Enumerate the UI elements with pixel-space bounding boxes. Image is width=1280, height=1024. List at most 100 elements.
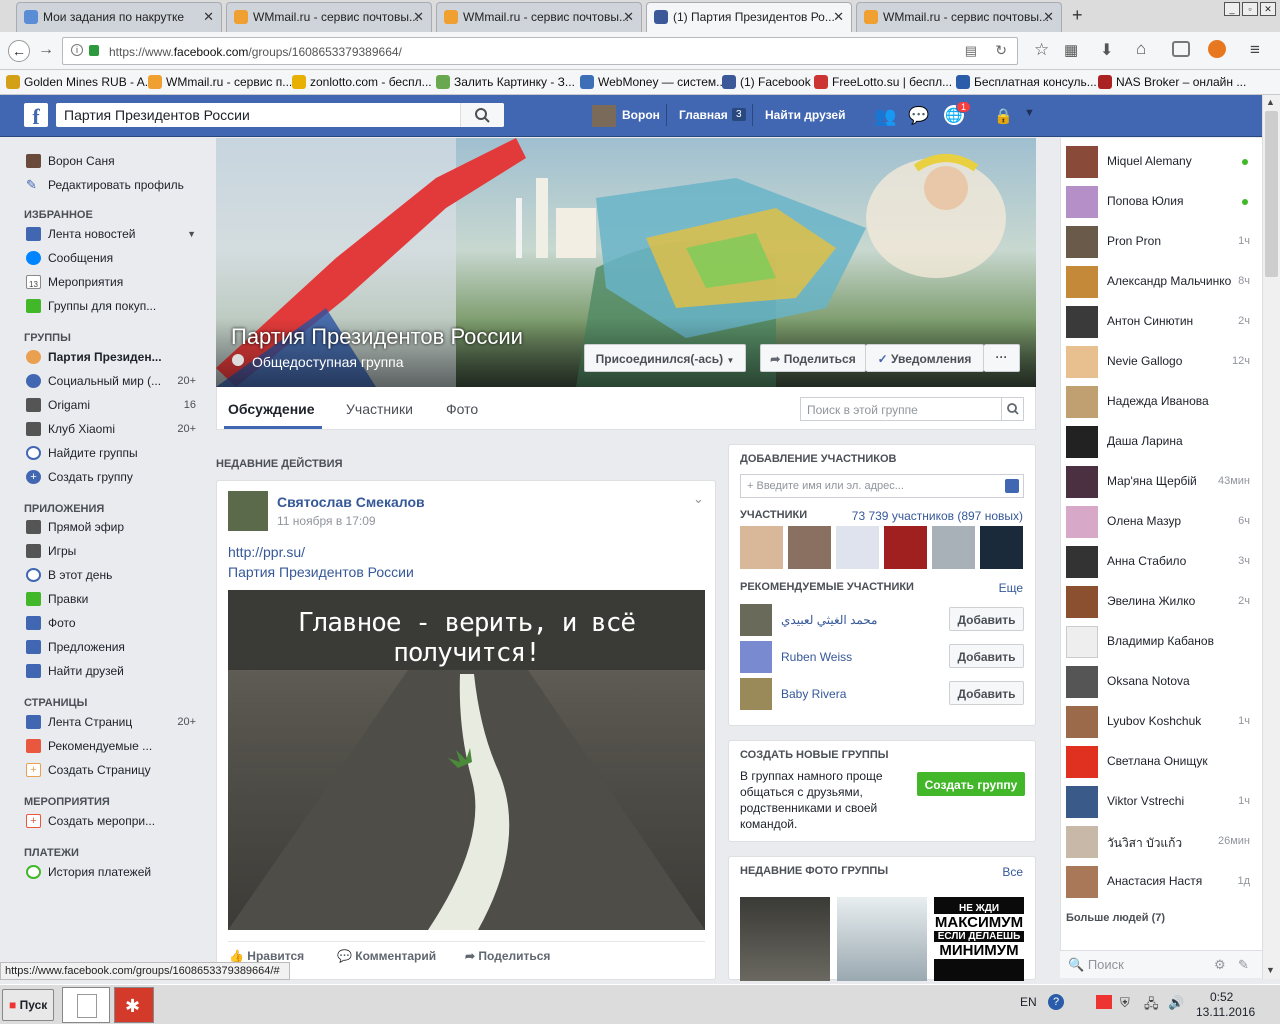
edit-profile-link[interactable]: ✎ Редактировать профиль	[24, 176, 200, 196]
member-thumbnail[interactable]	[980, 526, 1023, 569]
more-link[interactable]: Еще	[999, 581, 1023, 595]
tab-close-icon[interactable]: ✕	[833, 9, 844, 25]
chat-contact[interactable]: Мар'яна Щербій 43мин	[1066, 462, 1252, 498]
dropdown-arrow-icon[interactable]: ▼	[187, 225, 196, 243]
browser-tab[interactable]: Мои задания по накрутке ✕	[16, 2, 222, 32]
bookmark-item[interactable]: Залить Картинку - З...	[436, 75, 575, 89]
chat-search-input[interactable]: 🔍 Поиск	[1068, 957, 1124, 973]
chat-contact[interactable]: Светлана Онищук	[1066, 742, 1252, 778]
notifications-button[interactable]: ✓ Уведомления	[866, 344, 984, 372]
cover-photo[interactable]: Партия Президентов России Общедоступная …	[216, 138, 1036, 387]
new-tab-icon[interactable]: +	[1072, 5, 1083, 26]
browser-tab[interactable]: WMmail.ru - сервис почтовы... ✕	[226, 2, 432, 32]
post-link[interactable]: http://ppr.su/	[228, 544, 305, 560]
left-user-link[interactable]: Ворон Саня	[24, 152, 200, 172]
recommended-avatar[interactable]	[740, 678, 772, 710]
info-icon[interactable]: i	[71, 44, 83, 56]
chat-contact[interactable]: Антон Синютин 2ч	[1066, 302, 1252, 338]
sidebar-item-find-friends[interactable]: Найти друзей	[24, 662, 200, 682]
sidebar-item-create-group[interactable]: + Создать группу	[24, 468, 200, 488]
chat-contact[interactable]: Анастасия Настя 1д	[1066, 862, 1252, 898]
sidebar-item-create-page[interactable]: + Создать Страницу	[24, 761, 200, 781]
member-thumbnail[interactable]	[788, 526, 831, 569]
share-button[interactable]: ➦ Поделиться	[760, 344, 866, 372]
sidebar-item-group-current[interactable]: Партия Президен...	[24, 348, 200, 368]
chat-contact[interactable]: Надежда Иванова	[1066, 382, 1252, 418]
reader-view-icon[interactable]: ▤	[965, 43, 977, 59]
member-thumbnail[interactable]	[836, 526, 879, 569]
star-icon[interactable]: ☆	[1034, 40, 1049, 60]
help-icon[interactable]: ?	[1048, 994, 1064, 1010]
group-photo-thumbnail[interactable]	[837, 897, 927, 981]
account-menu-icon[interactable]: ▼	[1024, 107, 1035, 119]
tab-close-icon[interactable]: ✕	[623, 9, 634, 25]
all-photos-link[interactable]: Все	[1002, 865, 1023, 879]
volume-icon[interactable]: 🔊	[1168, 995, 1184, 1011]
browser-tab[interactable]: WMmail.ru - сервис почтовы... ✕	[856, 2, 1062, 32]
pocket-icon[interactable]	[1172, 41, 1190, 57]
group-photo-thumbnail[interactable]	[740, 897, 830, 981]
network-icon[interactable]: 🖧	[1144, 995, 1159, 1017]
search-button[interactable]	[460, 103, 504, 127]
chat-contact[interactable]: Pron Pron 1ч	[1066, 222, 1252, 258]
search-button[interactable]	[1001, 398, 1023, 420]
sidebar-item-recommended-pages[interactable]: Рекомендуемые ...	[24, 737, 200, 757]
find-friends-link[interactable]: Найти друзей	[765, 108, 845, 122]
add-member-button[interactable]: Добавить	[949, 681, 1024, 705]
scroll-thumb[interactable]	[1265, 111, 1278, 277]
sidebar-item-create-event[interactable]: + Создать меропри...	[24, 812, 200, 832]
chat-contact[interactable]: Эвелина Жилко 2ч	[1066, 582, 1252, 618]
sidebar-item-payment-history[interactable]: История платежей	[24, 863, 200, 883]
url-bar[interactable]: i https://www.facebook.com/groups/160865…	[62, 37, 1018, 65]
bookmark-item[interactable]: WMmail.ru - сервис п...	[148, 75, 292, 89]
chat-settings-icon[interactable]: ⚙	[1214, 957, 1226, 973]
tab-close-icon[interactable]: ✕	[203, 9, 214, 25]
sidebar-item-edits[interactable]: Правки	[24, 590, 200, 610]
chat-contact[interactable]: Lyubov Koshchuk 1ч	[1066, 702, 1252, 738]
profile-link[interactable]: Ворон	[622, 108, 660, 122]
group-photo-thumbnail[interactable]: НЕ ЖДИ МАКСИМУМ ЕСЛИ ДЕЛАЕШЬ МИНИМУМ	[934, 897, 1024, 981]
tab-close-icon[interactable]: ✕	[1043, 9, 1054, 25]
back-icon[interactable]: ←	[8, 40, 30, 62]
chat-contact[interactable]: Анна Стабило 3ч	[1066, 542, 1252, 578]
menu-icon[interactable]: ≡	[1250, 40, 1260, 60]
recommended-name[interactable]: محمد الغيثي لعبيدي	[781, 613, 877, 627]
start-button[interactable]: ■ Пуск	[2, 989, 54, 1021]
chat-contact[interactable]: Александр Мальчинко 8ч	[1066, 262, 1252, 298]
chat-contact[interactable]: Oksana Notova	[1066, 662, 1252, 698]
extension-icon[interactable]	[1208, 40, 1226, 58]
post-author[interactable]: Святослав Смекалов	[277, 494, 425, 510]
reload-icon[interactable]: ↻	[995, 42, 1007, 59]
avatar[interactable]	[592, 105, 616, 127]
sidebar-item-photos[interactable]: Фото	[24, 614, 200, 634]
tab-photos[interactable]: Фото	[446, 401, 478, 417]
sidebar-item-games[interactable]: Игры	[24, 542, 200, 562]
bookmark-item[interactable]: WebMoney — систем...	[580, 75, 726, 89]
sidebar-item-group[interactable]: Origami 16	[24, 396, 200, 416]
members-count-link[interactable]: 73 739 участников (897 новых)	[852, 509, 1023, 523]
comment-button[interactable]: 💬 Комментарий	[337, 949, 436, 963]
post-link-title[interactable]: Партия Президентов России	[228, 564, 414, 580]
sidebar-item-news-feed[interactable]: Лента новостей ▼	[24, 225, 200, 245]
taskbar-app-red[interactable]: ✱	[114, 987, 154, 1023]
post-share-button[interactable]: ➦ Поделиться	[465, 949, 550, 963]
close-window-icon[interactable]: ✕	[1260, 2, 1276, 16]
tray-security-icon[interactable]: ⛨	[1120, 995, 1130, 1011]
chat-contact[interactable]: Даша Ларина	[1066, 422, 1252, 458]
author-avatar[interactable]	[228, 491, 268, 531]
recommended-name[interactable]: Ruben Weiss	[781, 650, 852, 664]
post-options-icon[interactable]: ⌄	[693, 491, 704, 507]
page-scrollbar[interactable]: ▲ ▼	[1262, 95, 1280, 979]
clock-time[interactable]: 0:52	[1210, 990, 1233, 1004]
chat-contact[interactable]: Miquel Alemany	[1066, 142, 1252, 178]
like-button[interactable]: 👍 Нравится	[229, 949, 304, 963]
tab-discussion[interactable]: Обсуждение	[228, 401, 315, 417]
maximize-icon[interactable]: ▫	[1242, 2, 1258, 16]
bookmarks-icon[interactable]: ▦	[1064, 41, 1078, 59]
scroll-up-icon[interactable]: ▲	[1266, 97, 1275, 107]
new-message-icon[interactable]: ✎	[1238, 957, 1249, 973]
browser-tab[interactable]: WMmail.ru - сервис почтовы... ✕	[436, 2, 642, 32]
scroll-down-icon[interactable]: ▼	[1266, 965, 1275, 975]
chat-contact[interactable]: Nevie Gallogo 12ч	[1066, 342, 1252, 378]
friend-requests-icon[interactable]: 👥	[874, 106, 896, 127]
